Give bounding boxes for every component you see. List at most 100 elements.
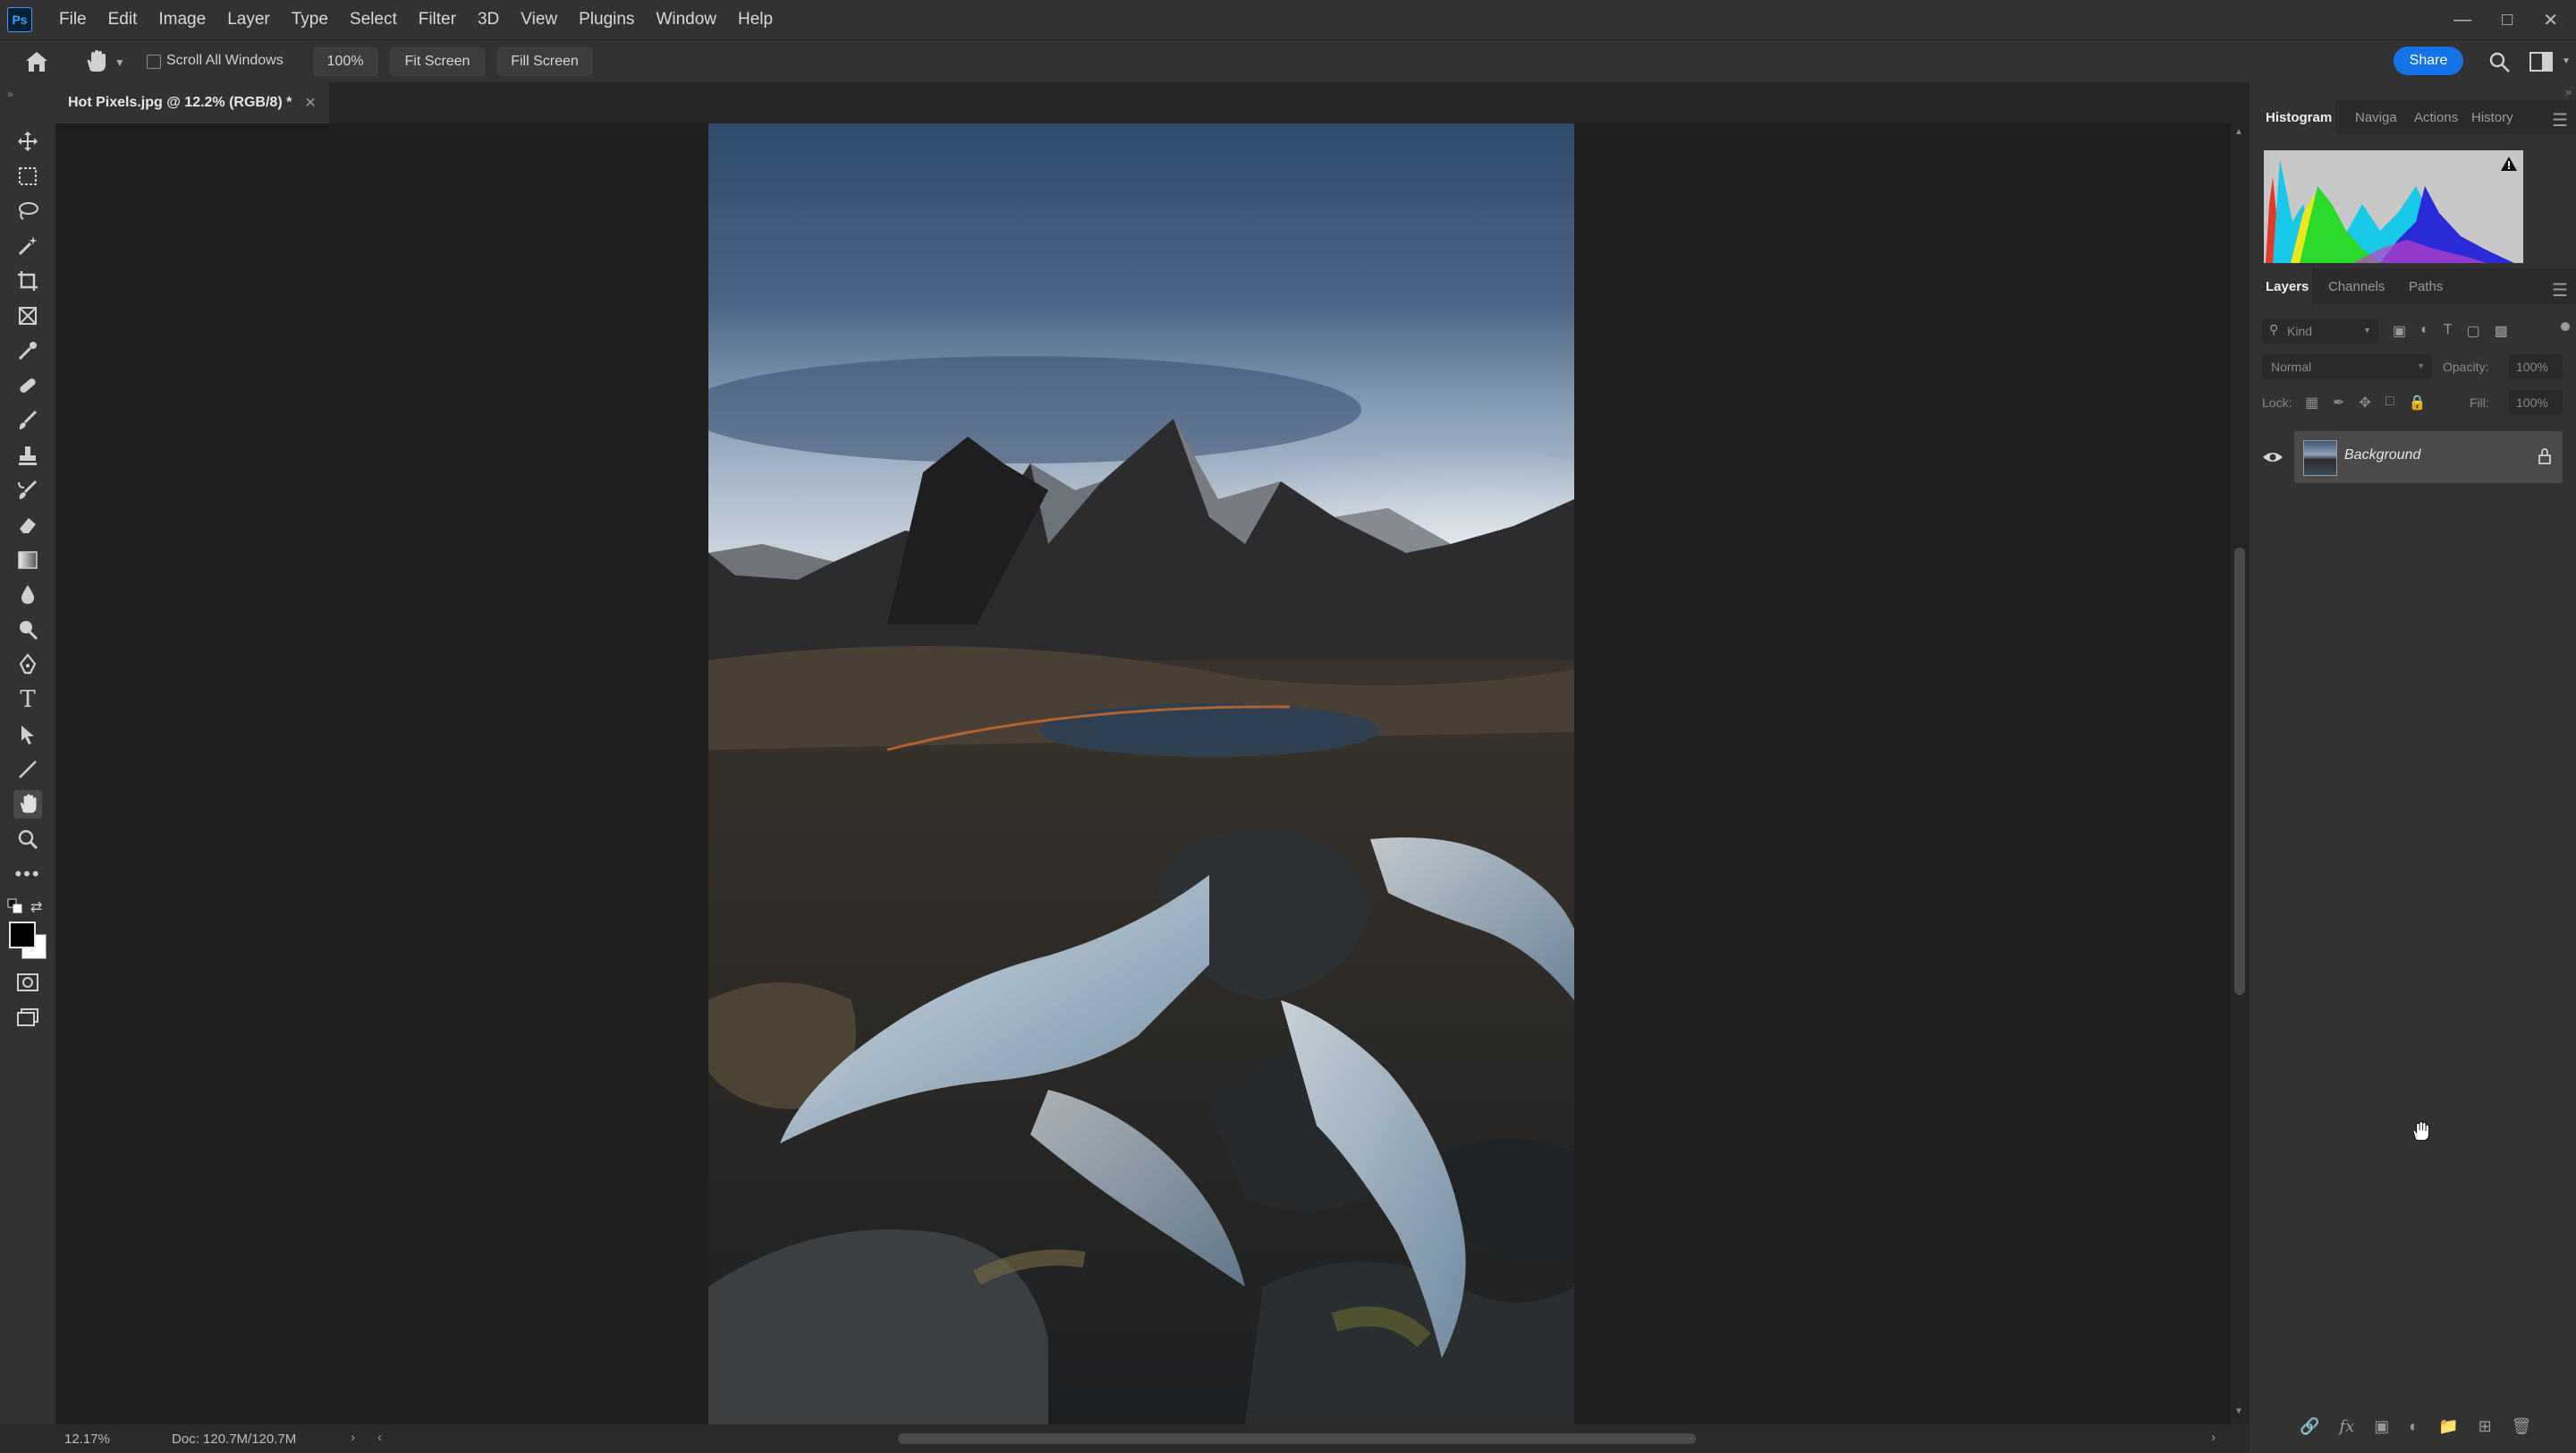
tab-navigator[interactable]: Naviga [2355,110,2397,125]
layer-lock-icon[interactable] [2538,447,2552,471]
menu-file[interactable]: File [48,0,97,39]
layer-style-fx-icon[interactable]: fx [2339,1417,2354,1436]
gradient-tool-icon[interactable] [13,546,42,574]
scroll-right-icon[interactable]: › [2211,1430,2216,1445]
tab-paths[interactable]: Paths [2409,279,2443,294]
menu-select[interactable]: Select [339,0,408,39]
hand-tool-icon[interactable] [13,790,42,819]
foreground-color-swatch[interactable] [9,922,36,948]
pen-tool-icon[interactable] [13,650,42,679]
dodge-tool-icon[interactable] [13,616,42,644]
lock-transparent-pixels-icon[interactable]: ▦ [2305,394,2318,412]
clone-stamp-tool-icon[interactable] [13,441,42,470]
document-tab[interactable]: Hot Pixels.jpg @ 12.2% (RGB/8) * ✕ [55,82,329,123]
document-image[interactable] [708,123,1574,1424]
scroll-up-icon[interactable]: ▲ [2234,127,2243,137]
collapse-panels-icon[interactable]: » [2565,86,2572,98]
healing-brush-tool-icon[interactable] [13,371,42,400]
pixel-filter-icon[interactable]: ▣ [2393,322,2406,340]
scroll-down-icon[interactable]: ▼ [2234,1406,2243,1416]
warning-icon[interactable] [2500,156,2518,177]
layer-visibility-eye-icon[interactable] [2262,449,2284,470]
lock-image-pixels-icon[interactable]: ✒ [2333,394,2344,412]
layer-name[interactable]: Background [2344,447,2420,463]
close-tab-icon[interactable]: ✕ [304,94,316,112]
move-tool-icon[interactable] [13,127,42,156]
adjustment-layer-icon[interactable]: ◐ [2409,1417,2419,1436]
marquee-tool-icon[interactable] [13,162,42,191]
menu-type[interactable]: Type [281,0,339,39]
tab-history[interactable]: History [2471,110,2513,125]
workspace-icon[interactable] [2529,52,2553,77]
close-icon[interactable]: ✕ [2543,9,2558,31]
scroll-left-icon[interactable]: ‹ [377,1430,382,1445]
fill-input[interactable]: 100% [2509,390,2563,415]
tab-histogram[interactable]: Histogram [2266,110,2332,125]
share-button[interactable]: Share [2394,47,2463,75]
tab-actions[interactable]: Actions [2414,110,2458,125]
lock-all-icon[interactable]: 🔒 [2409,394,2427,412]
type-filter-icon[interactable]: T [2444,322,2453,340]
vertical-scroll-thumb[interactable] [2234,548,2245,995]
menu-filter[interactable]: Filter [408,0,467,39]
menu-plugins[interactable]: Plugins [568,0,645,39]
adjustment-filter-icon[interactable]: ◐ [2420,322,2429,340]
tab-channels[interactable]: Channels [2328,279,2385,294]
menu-edit[interactable]: Edit [97,0,148,39]
type-tool-icon[interactable]: T [13,685,42,714]
home-icon[interactable] [23,49,50,80]
new-group-icon[interactable]: 📁 [2438,1417,2458,1436]
delete-layer-icon[interactable]: 🗑 [2512,1417,2532,1436]
quick-mask-icon[interactable] [13,968,42,997]
maximize-icon[interactable]: □ [2502,10,2512,30]
brush-tool-icon[interactable] [13,406,42,435]
magic-wand-tool-icon[interactable] [13,232,42,260]
scroll-all-windows-checkbox[interactable] [147,55,161,69]
history-brush-tool-icon[interactable] [13,476,42,505]
zoom-tool-icon[interactable] [13,825,42,854]
lasso-tool-icon[interactable] [13,197,42,225]
hand-tool-preset-icon[interactable] [82,49,109,80]
add-mask-icon[interactable]: ▣ [2374,1417,2389,1436]
canvas-area[interactable] [55,123,2238,1424]
menu-help[interactable]: Help [727,0,784,39]
screen-mode-icon[interactable] [13,1003,42,1032]
lock-position-icon[interactable]: ✥ [2360,394,2371,412]
tab-layers[interactable]: Layers [2266,279,2309,294]
menu-image[interactable]: Image [148,0,216,39]
shape-filter-icon[interactable]: ▢ [2467,322,2480,340]
layer-row-background[interactable]: Background [2294,431,2563,483]
zoom-level[interactable]: 12.17% [64,1432,110,1447]
fit-screen-button[interactable]: Fit Screen [390,47,485,76]
status-menu-chevron-icon[interactable]: › [351,1430,355,1445]
chevron-down-icon[interactable]: ▼ [114,56,125,69]
blur-tool-icon[interactable] [13,581,42,609]
more-tools-icon[interactable]: ••• [13,860,42,888]
horizontal-scroll-thumb[interactable] [898,1433,1696,1444]
new-layer-icon[interactable]: ⊞ [2479,1417,2492,1436]
line-tool-icon[interactable] [13,755,42,784]
link-layers-icon[interactable]: 🔗 [2300,1417,2319,1436]
default-colors-icon[interactable] [7,898,23,920]
fill-screen-button[interactable]: Fill Screen [497,47,592,76]
vertical-scrollbar[interactable]: ▲ ▼ [2231,123,2249,1424]
blend-mode-select[interactable]: Normal ▼ [2262,354,2432,379]
filter-toggle-icon[interactable] [2561,322,2570,331]
lock-artboard-icon[interactable]: □ [2385,394,2394,412]
layer-filter-kind[interactable]: ⚲ Kind ▼ [2262,319,2378,344]
swap-colors-icon[interactable]: ⇄ [30,898,42,916]
frame-tool-icon[interactable] [13,302,42,330]
opacity-input[interactable]: 100% [2509,354,2563,379]
workspace-chevron-icon[interactable]: ▼ [2562,56,2571,66]
zoom-100-button[interactable]: 100% [313,47,377,76]
search-icon[interactable] [2488,51,2512,80]
collapse-toolbar-icon[interactable]: » [7,88,13,100]
layers-panel-menu-icon[interactable]: ☰ [2552,279,2568,302]
crop-tool-icon[interactable] [13,267,42,295]
smart-object-filter-icon[interactable]: ▩ [2495,322,2508,340]
menu-layer[interactable]: Layer [216,0,281,39]
eyedropper-tool-icon[interactable] [13,336,42,365]
menu-view[interactable]: View [510,0,568,39]
histogram-panel-menu-icon[interactable]: ☰ [2552,109,2568,132]
eraser-tool-icon[interactable] [13,511,42,540]
